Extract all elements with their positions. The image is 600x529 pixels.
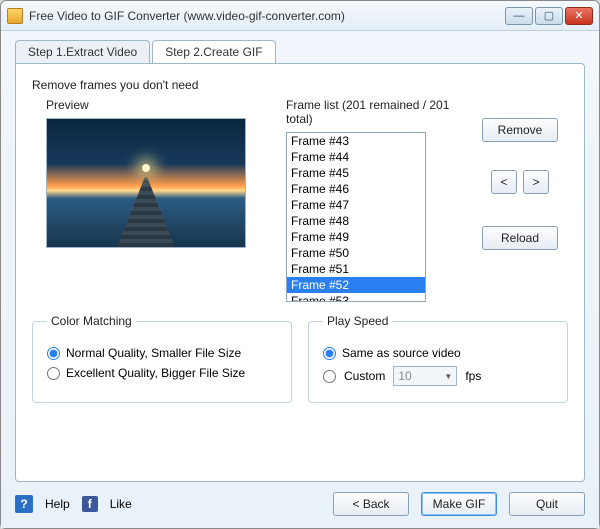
- color-matching-group: Color Matching Normal Quality, Smaller F…: [32, 314, 292, 403]
- list-item[interactable]: Frame #48: [287, 213, 425, 229]
- color-matching-legend: Color Matching: [47, 314, 136, 328]
- maximize-button[interactable]: ▢: [535, 7, 563, 25]
- framelist-column: Frame list (201 remained / 201 total) Fr…: [286, 98, 456, 302]
- tab-step2[interactable]: Step 2.Create GIF: [152, 40, 275, 63]
- play-speed-legend: Play Speed: [323, 314, 392, 328]
- radio-same-speed[interactable]: Same as source video: [323, 346, 553, 360]
- radio-custom-speed-row: Custom 10 ▼ fps: [323, 366, 553, 386]
- list-item[interactable]: Frame #45: [287, 165, 425, 181]
- tab-step1[interactable]: Step 1.Extract Video: [15, 40, 150, 63]
- client-area: Step 1.Extract Video Step 2.Create GIF R…: [1, 31, 599, 528]
- list-item[interactable]: Frame #52: [287, 277, 425, 293]
- radio-same-input[interactable]: [323, 347, 336, 360]
- back-button[interactable]: < Back: [333, 492, 409, 516]
- bottom-bar: ? Help f Like < Back Make GIF Quit: [15, 492, 585, 516]
- radio-excellent-input[interactable]: [47, 367, 60, 380]
- frames-row: Preview Frame list (201 remained / 201 t…: [32, 98, 568, 302]
- close-button[interactable]: ✕: [565, 7, 593, 25]
- like-link[interactable]: Like: [110, 497, 132, 511]
- help-link[interactable]: Help: [45, 497, 70, 511]
- fps-unit: fps: [465, 369, 481, 383]
- chevron-down-icon: ▼: [444, 372, 452, 381]
- app-window: Free Video to GIF Converter (www.video-g…: [0, 0, 600, 529]
- radio-custom-label: Custom: [344, 369, 385, 383]
- list-item[interactable]: Frame #44: [287, 149, 425, 165]
- next-frame-button[interactable]: >: [523, 170, 549, 194]
- app-icon: [7, 8, 23, 24]
- facebook-icon: f: [82, 496, 98, 512]
- window-title: Free Video to GIF Converter (www.video-g…: [29, 9, 505, 23]
- window-buttons: — ▢ ✕: [505, 7, 593, 25]
- list-item[interactable]: Frame #46: [287, 181, 425, 197]
- minimize-button[interactable]: —: [505, 7, 533, 25]
- list-item[interactable]: Frame #50: [287, 245, 425, 261]
- options-row: Color Matching Normal Quality, Smaller F…: [32, 314, 568, 403]
- tab-strip: Step 1.Extract Video Step 2.Create GIF: [15, 39, 585, 63]
- prev-frame-button[interactable]: <: [491, 170, 517, 194]
- preview-decoration: [116, 177, 176, 247]
- radio-custom-input[interactable]: [323, 370, 336, 383]
- list-item[interactable]: Frame #47: [287, 197, 425, 213]
- help-icon: ?: [15, 495, 33, 513]
- radio-excellent-label: Excellent Quality, Bigger File Size: [66, 366, 245, 380]
- fps-combobox[interactable]: 10 ▼: [393, 366, 457, 386]
- list-item[interactable]: Frame #49: [287, 229, 425, 245]
- radio-normal-input[interactable]: [47, 347, 60, 360]
- preview-image: [46, 118, 246, 248]
- radio-same-label: Same as source video: [342, 346, 461, 360]
- preview-column: Preview: [32, 98, 270, 302]
- make-gif-button[interactable]: Make GIF: [421, 492, 497, 516]
- fps-value: 10: [398, 369, 411, 383]
- radio-normal-label: Normal Quality, Smaller File Size: [66, 346, 241, 360]
- list-item[interactable]: Frame #53: [287, 293, 425, 302]
- frame-actions: Remove < > Reload: [472, 98, 568, 302]
- titlebar: Free Video to GIF Converter (www.video-g…: [1, 1, 599, 31]
- remove-label: Remove frames you don't need: [32, 78, 568, 92]
- list-item[interactable]: Frame #43: [287, 133, 425, 149]
- frame-listbox[interactable]: Frame #43Frame #44Frame #45Frame #46Fram…: [286, 132, 426, 302]
- framelist-label: Frame list (201 remained / 201 total): [286, 98, 456, 126]
- radio-excellent-quality[interactable]: Excellent Quality, Bigger File Size: [47, 366, 277, 380]
- radio-normal-quality[interactable]: Normal Quality, Smaller File Size: [47, 346, 277, 360]
- reload-button[interactable]: Reload: [482, 226, 558, 250]
- tab-panel-step2: Remove frames you don't need Preview Fra…: [15, 63, 585, 482]
- remove-button[interactable]: Remove: [482, 118, 558, 142]
- play-speed-group: Play Speed Same as source video Custom 1…: [308, 314, 568, 403]
- remove-frames-section: Remove frames you don't need Preview Fra…: [32, 78, 568, 302]
- list-item[interactable]: Frame #51: [287, 261, 425, 277]
- nav-buttons: < >: [491, 170, 549, 194]
- quit-button[interactable]: Quit: [509, 492, 585, 516]
- preview-label: Preview: [46, 98, 270, 112]
